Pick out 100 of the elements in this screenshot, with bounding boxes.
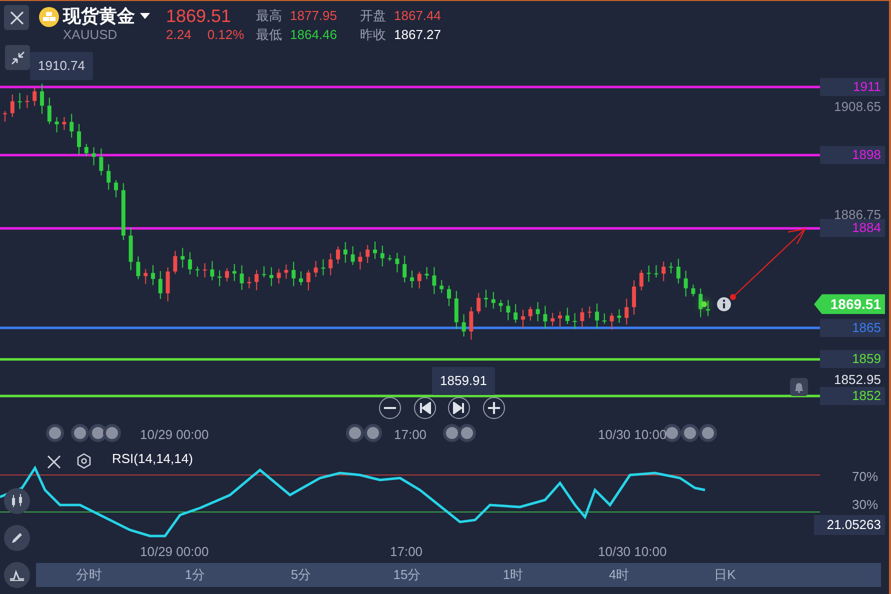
candlestick	[440, 279, 444, 294]
candlestick	[144, 268, 148, 284]
event-dot-icon[interactable]	[461, 427, 473, 439]
candlestick	[225, 268, 229, 282]
time-axis-label: 10/29 00:00	[140, 426, 209, 444]
candlestick	[276, 268, 281, 284]
jump-end-button[interactable]	[448, 397, 470, 419]
candlestick	[84, 143, 88, 157]
candlestick	[410, 270, 414, 288]
candlestick	[136, 256, 140, 280]
candlestick	[18, 92, 22, 110]
close-button[interactable]	[4, 5, 29, 30]
bell-icon[interactable]	[790, 378, 808, 396]
candlestick	[366, 244, 370, 264]
timeframe-tab[interactable]: 分时	[36, 563, 142, 587]
candlestick	[25, 94, 30, 109]
price-level-label: 1911	[820, 78, 885, 96]
price-change: 2.24	[166, 27, 192, 43]
candlestick	[536, 302, 540, 322]
candlestick	[632, 280, 636, 316]
line-chart-icon	[9, 569, 25, 581]
candlestick	[306, 270, 310, 291]
time-axis-label: 10/29 00:00	[140, 543, 209, 561]
event-dot-icon[interactable]	[702, 427, 714, 439]
candlestick	[40, 83, 44, 114]
crosshair-price-tooltip: 1859.91	[432, 367, 495, 394]
candlestick	[706, 300, 710, 317]
candlestick	[402, 255, 407, 283]
pencil-button[interactable]	[4, 525, 30, 551]
jump-start-button[interactable]	[414, 397, 436, 419]
timeframe-tab[interactable]: 日K	[672, 563, 778, 587]
event-dot-icon[interactable]	[74, 427, 86, 439]
event-dot-icon[interactable]	[666, 427, 678, 439]
candlestick	[328, 252, 333, 276]
last-price: 1869.51	[166, 5, 232, 27]
candlestick	[47, 97, 52, 125]
candlestick	[417, 271, 422, 290]
candlestick	[588, 306, 592, 318]
collapse-button[interactable]	[5, 45, 30, 70]
timeframe-tab[interactable]: 4时	[566, 563, 672, 587]
symbol-name[interactable]: 现货黄金	[63, 5, 135, 27]
candlestick	[646, 265, 651, 282]
candlestick	[299, 270, 303, 286]
candlestick	[572, 312, 577, 330]
stat-label: 开盘	[360, 6, 386, 25]
timeframe-tab[interactable]: 5分	[248, 563, 354, 587]
candlestick	[424, 266, 429, 280]
rsi-value-label: 21.05263	[814, 515, 885, 534]
collapse-icon	[10, 50, 24, 64]
stat-value: 1877.95	[290, 6, 338, 25]
zoom-in-button[interactable]	[483, 397, 505, 419]
time-axis-label: 17:00	[390, 543, 423, 561]
candlestick	[180, 247, 185, 268]
indicator-title: RSI(14,14,14)	[112, 450, 193, 468]
indicator-button[interactable]	[4, 562, 30, 588]
candlestick	[617, 308, 622, 324]
price-level-label: 1852	[820, 386, 885, 405]
candlestick-button[interactable]	[4, 488, 30, 514]
candlestick	[262, 266, 266, 278]
candlestick	[691, 284, 696, 297]
candlestick	[247, 276, 252, 289]
event-dot-icon[interactable]	[367, 427, 379, 439]
candlestick	[158, 270, 162, 300]
candlestick	[476, 292, 481, 314]
event-dot-icon[interactable]	[106, 427, 118, 439]
candlestick	[232, 263, 236, 282]
candlestick	[639, 269, 644, 291]
candlestick	[350, 246, 355, 266]
timeframe-tab[interactable]: 1分	[142, 563, 248, 587]
timeframe-tab[interactable]: 1时	[460, 563, 566, 587]
candlestick	[343, 242, 348, 264]
candlestick	[284, 264, 288, 280]
candlestick	[10, 94, 14, 118]
event-dot-icon[interactable]	[684, 427, 696, 439]
price-level-label: 1859	[820, 350, 885, 368]
minus-icon	[384, 407, 396, 409]
event-dot-icon[interactable]	[349, 427, 361, 439]
candlestick	[528, 306, 532, 322]
stat-label: 最低	[256, 26, 282, 44]
stat-label: 昨收	[360, 26, 386, 44]
axis-price-label: 1908.65	[834, 100, 881, 114]
candlestick	[254, 269, 259, 291]
caret-icon[interactable]	[140, 13, 150, 19]
candlestick	[292, 261, 296, 287]
event-dot-icon[interactable]	[49, 427, 61, 439]
candlestick	[454, 290, 458, 330]
candlestick	[321, 258, 326, 276]
candlestick	[698, 288, 703, 318]
percent-change: 0.12%	[207, 27, 244, 43]
timeframe-tab[interactable]: 15分	[354, 563, 460, 587]
candlestick	[624, 298, 629, 326]
candlestick	[92, 146, 96, 166]
high-price-label: 1910.74	[30, 52, 93, 80]
candlestick	[77, 123, 81, 156]
event-dot-icon[interactable]	[92, 427, 104, 439]
candlestick-icon	[10, 494, 24, 508]
event-dot-icon[interactable]	[446, 427, 458, 439]
candlestick	[558, 311, 562, 328]
candlestick	[195, 266, 200, 278]
zoom-out-button[interactable]	[379, 397, 401, 419]
